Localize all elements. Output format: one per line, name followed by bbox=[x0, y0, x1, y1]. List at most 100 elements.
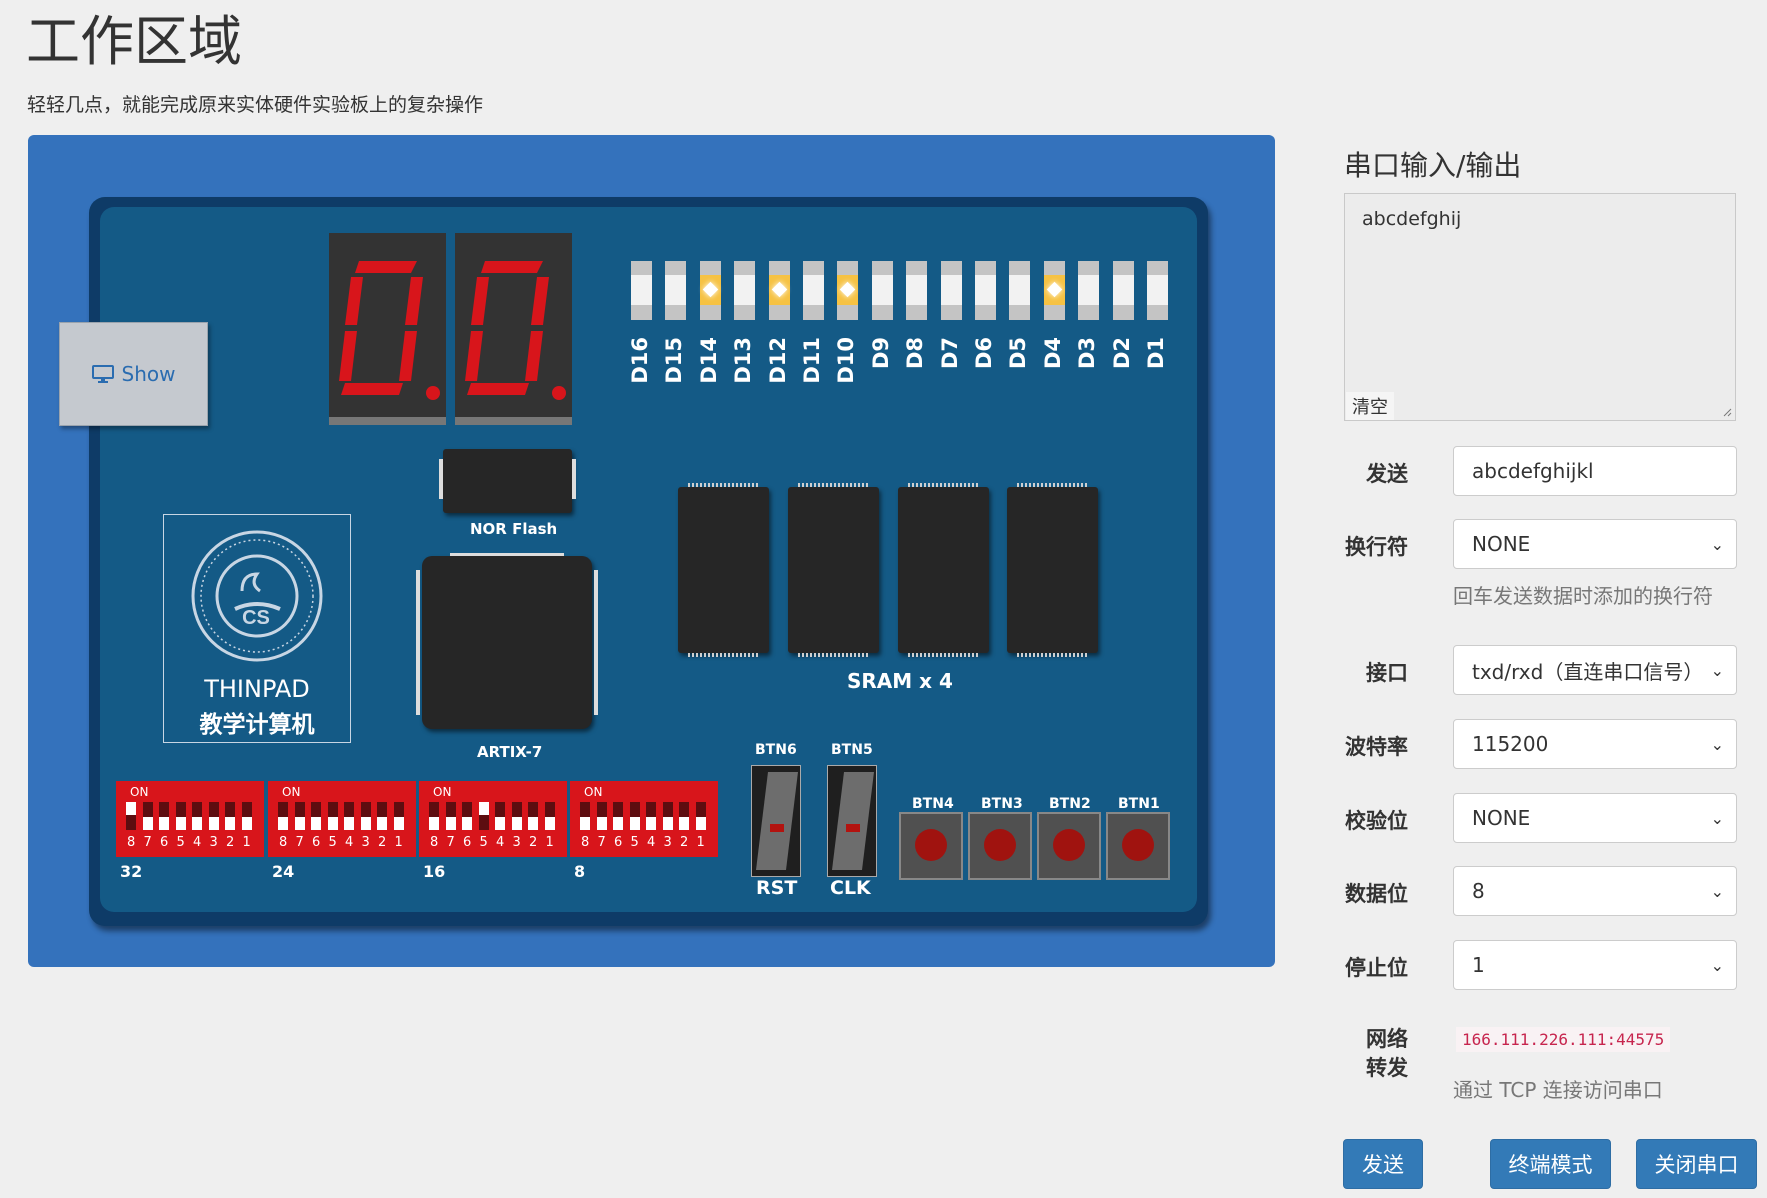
dip-switch-number: 2 bbox=[680, 835, 689, 850]
chevron-down-icon: ⌄ bbox=[1710, 808, 1724, 828]
dip-switch-toggle[interactable] bbox=[159, 802, 169, 830]
seven-segment-digits bbox=[465, 261, 566, 400]
dip-switch-toggle[interactable] bbox=[142, 802, 153, 830]
chevron-down-icon: ⌄ bbox=[1710, 734, 1724, 754]
led-d12 bbox=[768, 261, 790, 320]
dip-switch-toggle[interactable] bbox=[208, 802, 219, 830]
stopbits-select[interactable]: 1 ⌄ bbox=[1453, 940, 1737, 990]
rst-label: RST bbox=[756, 877, 798, 899]
dip-switch-toggle[interactable] bbox=[596, 802, 607, 830]
dip-switch-toggle[interactable] bbox=[613, 802, 623, 830]
dip-on-label: ON bbox=[433, 785, 452, 799]
thinpad-logo: CS THINPAD 教学计算机 bbox=[163, 514, 351, 743]
dip-switch-number: 4 bbox=[193, 835, 202, 850]
dip-switch-toggle[interactable] bbox=[695, 802, 706, 830]
led-label: D1 bbox=[1144, 337, 1168, 370]
interface-select[interactable]: txd/rxd（直连串口信号） ⌄ bbox=[1453, 645, 1737, 695]
dip-switch-number: 2 bbox=[226, 835, 235, 850]
page-subtitle: 轻轻几点，就能完成原来实体硬件实验板上的复杂操作 bbox=[27, 94, 484, 116]
dip-switch-toggle[interactable] bbox=[544, 802, 555, 830]
sram-label: SRAM x 4 bbox=[847, 669, 953, 693]
dip-index-label: 16 bbox=[423, 862, 446, 881]
dip-switch-toggle[interactable] bbox=[377, 802, 387, 830]
send-input[interactable]: abcdefghijkl bbox=[1453, 446, 1737, 496]
toggle-top-label: BTN5 bbox=[831, 742, 873, 758]
led-label: D10 bbox=[834, 337, 859, 384]
page-title: 工作区域 bbox=[26, 10, 242, 73]
dip-switch-toggle[interactable] bbox=[478, 802, 489, 830]
dip-switch-toggle[interactable] bbox=[360, 802, 371, 830]
close-serial-button[interactable]: 关闭串口 bbox=[1636, 1139, 1757, 1189]
btn3-push-button[interactable] bbox=[968, 812, 1032, 880]
dip-switch-toggle[interactable] bbox=[662, 802, 673, 830]
parity-select[interactable]: NONE ⌄ bbox=[1453, 793, 1737, 843]
parity-label: 校验位 bbox=[1345, 809, 1408, 833]
dip-switch-toggle[interactable] bbox=[225, 802, 235, 830]
monitor-icon bbox=[91, 365, 114, 383]
serial-output-textarea[interactable]: abcdefghij bbox=[1344, 193, 1736, 421]
btn4-label: BTN4 bbox=[912, 796, 954, 812]
dip-switch-number: 8 bbox=[430, 835, 439, 850]
resize-grip-icon[interactable] bbox=[1722, 407, 1732, 417]
dip-switch-toggle[interactable] bbox=[511, 802, 522, 830]
rst-toggle-switch[interactable] bbox=[751, 765, 801, 877]
dip-switch-toggle[interactable] bbox=[629, 802, 640, 830]
dip-switch-toggle[interactable] bbox=[495, 802, 505, 830]
stopbits-label: 停止位 bbox=[1345, 956, 1408, 980]
dip-switch-toggle[interactable] bbox=[445, 802, 456, 830]
led-d4 bbox=[1043, 261, 1065, 320]
dip-switch-toggle[interactable] bbox=[429, 802, 439, 830]
terminal-mode-button[interactable]: 终端模式 bbox=[1490, 1139, 1611, 1189]
seven-segment-digits bbox=[339, 261, 440, 400]
dip-switch-toggle[interactable] bbox=[580, 802, 590, 830]
dip-switch-number: 8 bbox=[127, 835, 136, 850]
btn4-push-button[interactable] bbox=[899, 812, 963, 880]
fpga-label: ARTIX-7 bbox=[477, 743, 543, 761]
dip-switch-toggle[interactable] bbox=[294, 802, 305, 830]
led-label: D11 bbox=[800, 337, 824, 384]
network-label: 网络 转发 bbox=[1366, 1027, 1408, 1081]
dip-switch-number: 5 bbox=[328, 835, 337, 850]
led-d16 bbox=[631, 261, 652, 320]
send-button[interactable]: 发送 bbox=[1343, 1139, 1423, 1189]
dip-switch-number: 1 bbox=[696, 835, 705, 850]
btn1-push-button[interactable] bbox=[1106, 812, 1170, 880]
nor-flash-chip bbox=[439, 449, 576, 513]
sram-chip bbox=[1007, 483, 1098, 657]
dip-switch-toggle[interactable] bbox=[278, 802, 288, 830]
dip-switch-toggle[interactable] bbox=[175, 802, 186, 830]
dip-switch-toggle[interactable] bbox=[192, 802, 202, 830]
led-label: D13 bbox=[731, 337, 756, 384]
dip-switch-toggle[interactable] bbox=[126, 802, 136, 830]
dip-switch-toggle[interactable] bbox=[311, 802, 321, 830]
send-label: 发送 bbox=[1366, 462, 1408, 486]
seven-segment-display-left bbox=[329, 233, 446, 425]
dip-index-label: 8 bbox=[574, 862, 586, 881]
btn2-push-button[interactable] bbox=[1037, 812, 1101, 880]
dip-switch-toggle[interactable] bbox=[462, 802, 472, 830]
dip-switch-toggle[interactable] bbox=[327, 802, 338, 830]
clk-toggle-switch[interactable] bbox=[827, 765, 877, 877]
databits-label: 数据位 bbox=[1345, 882, 1408, 906]
newline-select[interactable]: NONE ⌄ bbox=[1453, 519, 1737, 569]
dip-switch-toggle[interactable] bbox=[528, 802, 538, 830]
show-button[interactable]: Show bbox=[59, 322, 208, 426]
led-d7 bbox=[940, 261, 962, 320]
clk-label: CLK bbox=[830, 877, 871, 899]
led-label: D6 bbox=[972, 337, 996, 370]
dip-switch-number: 5 bbox=[630, 835, 639, 850]
led-label: D9 bbox=[868, 337, 893, 370]
dip-switch-toggle[interactable] bbox=[646, 802, 656, 830]
logo-subtitle: 教学计算机 bbox=[199, 712, 315, 738]
clear-button[interactable]: 清空 bbox=[1346, 392, 1394, 420]
databits-select[interactable]: 8 ⌄ bbox=[1453, 866, 1737, 916]
led-d6 bbox=[975, 261, 996, 320]
dip-switch-toggle[interactable] bbox=[344, 802, 354, 830]
dip-on-label: ON bbox=[584, 785, 603, 799]
baud-select[interactable]: 115200 ⌄ bbox=[1453, 719, 1737, 769]
dip-switch-toggle[interactable] bbox=[679, 802, 689, 830]
dip-switch-number: 4 bbox=[345, 835, 354, 850]
led-d5 bbox=[1009, 261, 1031, 320]
dip-switch-toggle[interactable] bbox=[393, 802, 404, 830]
dip-switch-toggle[interactable] bbox=[241, 802, 252, 830]
